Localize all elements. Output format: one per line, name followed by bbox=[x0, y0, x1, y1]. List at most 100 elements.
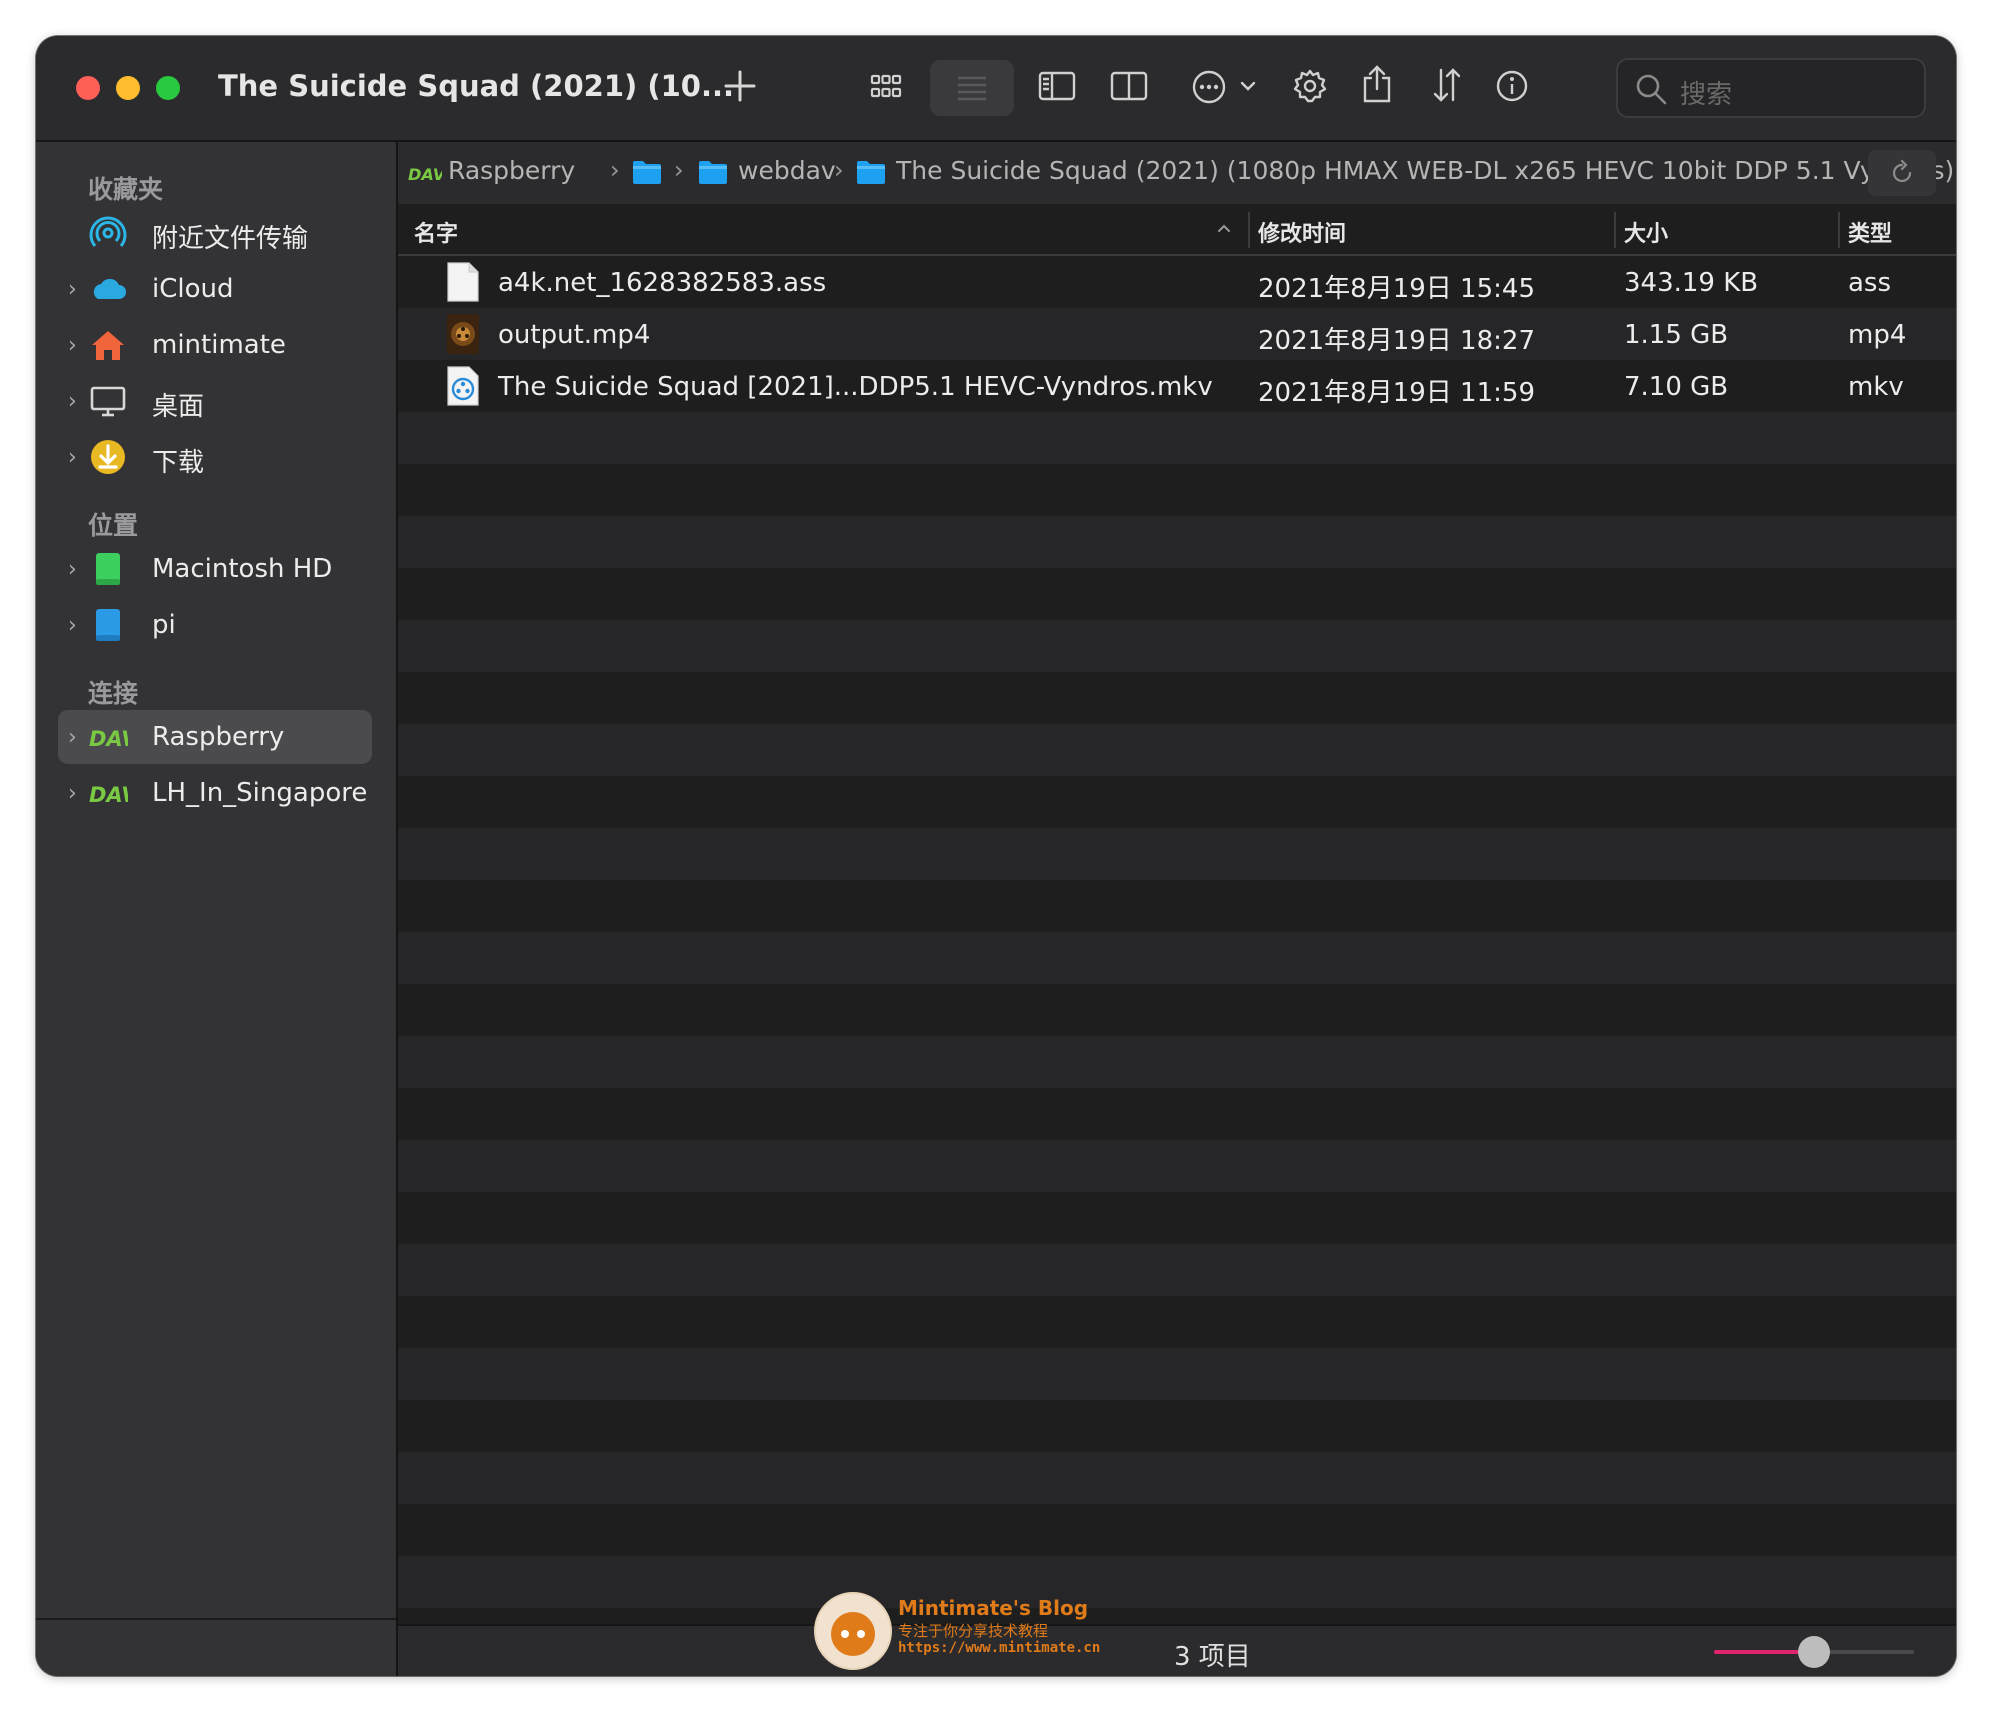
watermark-logo bbox=[814, 1592, 892, 1670]
file-kind: mkv bbox=[1848, 372, 1904, 402]
breadcrumb-separator: › bbox=[674, 156, 684, 184]
folder-icon[interactable] bbox=[632, 159, 662, 185]
slider-knob[interactable] bbox=[1798, 1636, 1830, 1668]
drive-icon bbox=[96, 609, 120, 641]
icon-view-grid-icon[interactable] bbox=[870, 72, 902, 102]
airdrop-icon bbox=[89, 216, 127, 247]
empty-row-stripe bbox=[398, 984, 1956, 1036]
sidebar-item-pi[interactable]: › pi bbox=[58, 598, 372, 652]
breadcrumb-current-folder[interactable]: The Suicide Squad (2021) (1080p HMAX WEB… bbox=[896, 156, 1954, 185]
zoom-window-button[interactable] bbox=[156, 76, 180, 100]
finder-window: The Suicide Squad (2021) (10... 搜索 收藏夹 附… bbox=[36, 36, 1956, 1676]
chevron-right-icon[interactable]: › bbox=[68, 445, 77, 470]
sidebar-item-label: Raspberry bbox=[152, 722, 285, 752]
dav-icon: DAV bbox=[89, 783, 128, 807]
gear-icon[interactable] bbox=[1292, 68, 1328, 104]
table-row[interactable]: output.mp4 2021年8月19日 18:27 1.15 GB mp4 bbox=[398, 308, 1956, 360]
empty-row-stripe bbox=[398, 1036, 1956, 1088]
sidebar-item-desktop[interactable]: › 桌面 bbox=[58, 374, 372, 428]
empty-row-stripe bbox=[398, 464, 1956, 516]
folder-icon bbox=[857, 161, 885, 184]
info-icon[interactable] bbox=[1494, 68, 1530, 104]
status-bar: 3 项目 bbox=[398, 1624, 1956, 1676]
column-divider[interactable] bbox=[1248, 212, 1250, 248]
icon-size-slider[interactable] bbox=[1714, 1636, 1914, 1668]
breadcrumb-webdav[interactable]: webdav bbox=[738, 156, 836, 185]
column-header-kind[interactable]: 类型 bbox=[1848, 216, 1892, 248]
sidebar-item-label: mintimate bbox=[152, 330, 286, 360]
chevron-right-icon[interactable]: › bbox=[68, 781, 77, 806]
empty-row-stripe bbox=[398, 1088, 1956, 1140]
chevron-right-icon[interactable]: › bbox=[68, 277, 77, 302]
sidebar-section-favorites: 收藏夹 bbox=[88, 175, 164, 204]
sidebar-item-lh-in-singapore[interactable]: › DAV LH_In_Singapore bbox=[58, 766, 372, 820]
empty-row-stripe bbox=[398, 1244, 1956, 1296]
column-divider[interactable] bbox=[1614, 212, 1616, 248]
search-field[interactable]: 搜索 bbox=[1616, 58, 1926, 118]
sidebar-section-connections: 连接 bbox=[88, 679, 139, 708]
sidebar-item-label: Macintosh HD bbox=[152, 554, 333, 584]
sidebar-item-label: iCloud bbox=[152, 274, 234, 304]
download-icon bbox=[91, 440, 125, 474]
chevron-right-icon[interactable]: › bbox=[68, 613, 77, 638]
path-bar: DAV Raspberry › › webdav › The Suicide S… bbox=[398, 142, 1956, 204]
sidebar-item-downloads[interactable]: › 下载 bbox=[58, 430, 372, 484]
refresh-icon bbox=[1892, 159, 1912, 183]
refresh-button[interactable] bbox=[1868, 150, 1936, 196]
sidebar-item-icloud[interactable]: › iCloud bbox=[58, 262, 372, 316]
file-size: 7.10 GB bbox=[1624, 372, 1729, 402]
table-row[interactable]: The Suicide Squad [2021]...DDP5.1 HEVC-V… bbox=[398, 360, 1956, 412]
column-header-name[interactable]: 名字 bbox=[414, 216, 458, 248]
close-window-button[interactable] bbox=[76, 76, 100, 100]
sidebar-item-label: 附近文件传输 bbox=[152, 224, 309, 254]
video-thumbnail-icon bbox=[447, 314, 479, 354]
file-size: 1.15 GB bbox=[1624, 320, 1729, 350]
watermark-url: https://www.mintimate.cn bbox=[898, 1640, 1101, 1656]
file-modified: 2021年8月19日 11:59 bbox=[1258, 378, 1535, 408]
svg-text:DAV: DAV bbox=[89, 783, 128, 807]
drive-icon bbox=[96, 553, 120, 585]
sidebar-item-airdrop[interactable]: 附近文件传输 bbox=[58, 206, 372, 260]
breadcrumb-separator: › bbox=[834, 156, 844, 184]
empty-row-stripe bbox=[398, 1504, 1956, 1556]
empty-row-stripe bbox=[398, 1140, 1956, 1192]
chevron-right-icon[interactable]: › bbox=[68, 725, 77, 750]
empty-row-stripe bbox=[398, 1348, 1956, 1400]
sort-arrows-icon[interactable] bbox=[1430, 66, 1464, 104]
column-divider[interactable] bbox=[1838, 212, 1840, 248]
column-view-icon[interactable] bbox=[1038, 70, 1076, 102]
sidebar-item-macintosh-hd[interactable]: › Macintosh HD bbox=[58, 542, 372, 596]
new-tab-plus-icon[interactable] bbox=[722, 68, 758, 104]
document-icon bbox=[447, 262, 479, 302]
empty-row-stripe bbox=[398, 724, 1956, 776]
sort-ascending-chevron-icon[interactable] bbox=[1216, 222, 1232, 234]
chevron-right-icon[interactable]: › bbox=[68, 389, 77, 414]
more-actions-icon[interactable] bbox=[1190, 68, 1258, 106]
empty-row-stripe bbox=[398, 412, 1956, 464]
search-icon bbox=[1636, 74, 1667, 105]
share-icon[interactable] bbox=[1360, 64, 1394, 104]
breadcrumb-raspberry[interactable]: Raspberry bbox=[448, 156, 575, 185]
window-title: The Suicide Squad (2021) (10... bbox=[218, 69, 735, 103]
dav-icon: DAV bbox=[408, 165, 442, 184]
list-view-button[interactable] bbox=[930, 60, 1014, 116]
empty-row-stripe bbox=[398, 672, 1956, 724]
empty-row-stripe bbox=[398, 1452, 1956, 1504]
minimize-window-button[interactable] bbox=[116, 76, 140, 100]
sidebar-item-home[interactable]: › mintimate bbox=[58, 318, 372, 372]
file-size: 343.19 KB bbox=[1624, 268, 1759, 298]
file-modified: 2021年8月19日 15:45 bbox=[1258, 274, 1535, 304]
sidebar-section-locations: 位置 bbox=[88, 511, 139, 540]
film-reel-icon bbox=[447, 366, 479, 406]
file-modified: 2021年8月19日 18:27 bbox=[1258, 326, 1535, 356]
sidebar-item-raspberry[interactable]: › DAV Raspberry bbox=[58, 710, 372, 764]
chevron-right-icon[interactable]: › bbox=[68, 333, 77, 358]
column-header-modified[interactable]: 修改时间 bbox=[1258, 216, 1346, 248]
empty-row-stripe bbox=[398, 880, 1956, 932]
gallery-view-icon[interactable] bbox=[1110, 70, 1148, 102]
table-row[interactable]: a4k.net_1628382583.ass 2021年8月19日 15:45 … bbox=[398, 256, 1956, 308]
home-icon bbox=[92, 331, 124, 360]
chevron-right-icon[interactable]: › bbox=[68, 557, 77, 582]
column-header-size[interactable]: 大小 bbox=[1624, 216, 1668, 248]
search-placeholder: 搜索 bbox=[1680, 80, 1733, 110]
